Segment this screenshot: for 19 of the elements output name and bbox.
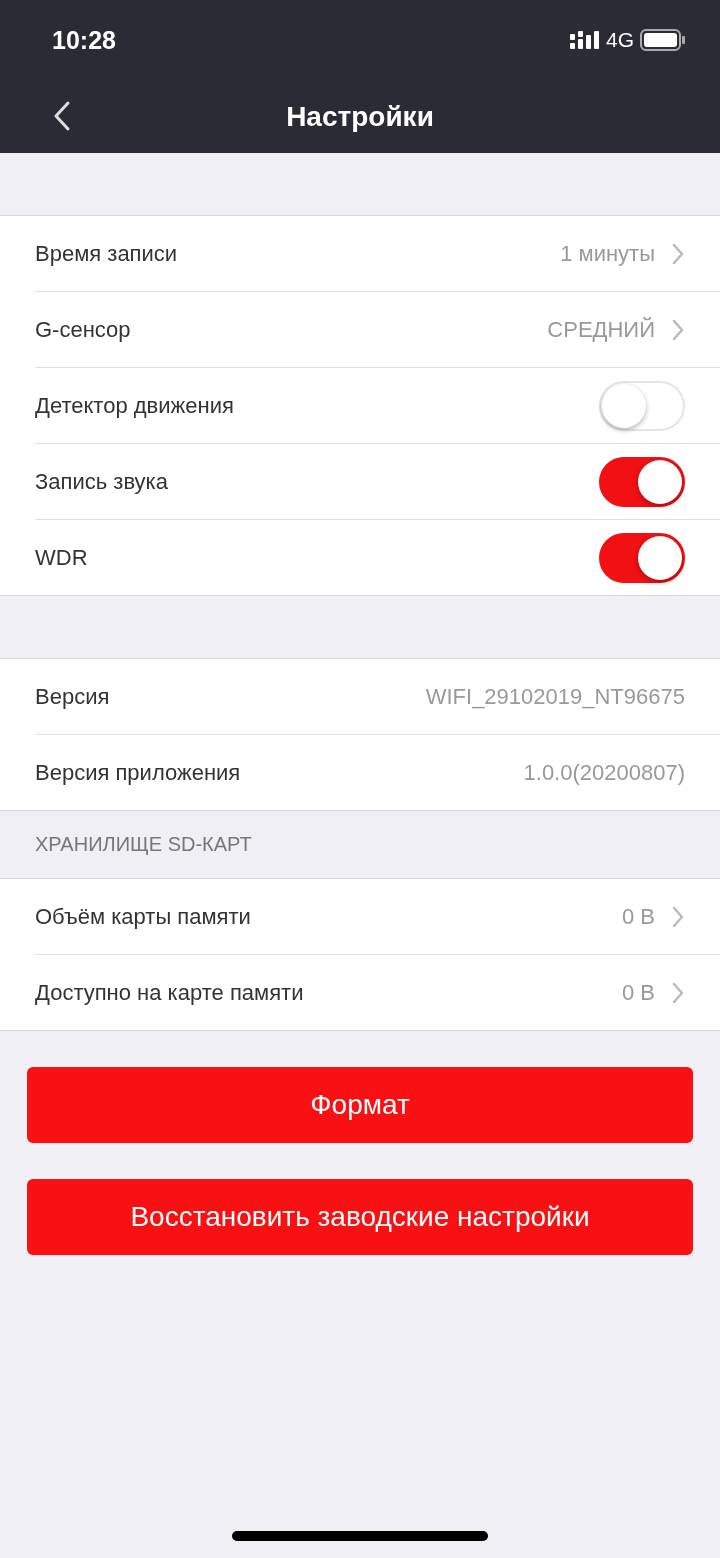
settings-row[interactable]: WDR [35, 520, 720, 595]
settings-row[interactable]: G-сенсор СРЕДНИЙ [35, 292, 720, 368]
settings-row[interactable]: Время записи 1 минуты [35, 216, 720, 292]
signal-icon [570, 31, 600, 49]
network-label: 4G [606, 28, 634, 52]
settings-row[interactable]: Запись звука [35, 444, 720, 520]
screen-title: Настройки [286, 100, 434, 133]
toggle-switch[interactable] [599, 456, 685, 507]
action-button[interactable]: Восстановить заводские настройки [27, 1179, 693, 1255]
toggle-switch[interactable] [599, 532, 685, 583]
section-header: ХРАНИЛИЩЕ SD-КАРТ [35, 833, 252, 856]
settings-row[interactable]: Детектор движения [35, 368, 720, 444]
status-time: 10:28 [52, 25, 116, 55]
settings-row[interactable]: Версия приложения 1.0.0(20200807) [35, 735, 720, 810]
settings-row[interactable]: Доступно на карте памяти 0 B [35, 955, 720, 1030]
battery-icon [640, 29, 686, 51]
action-button[interactable]: Формат [27, 1067, 693, 1143]
settings-row[interactable]: Объём карты памяти 0 B [35, 879, 720, 955]
settings-row[interactable]: Версия WIFI_29102019_NT96675 [35, 659, 720, 735]
